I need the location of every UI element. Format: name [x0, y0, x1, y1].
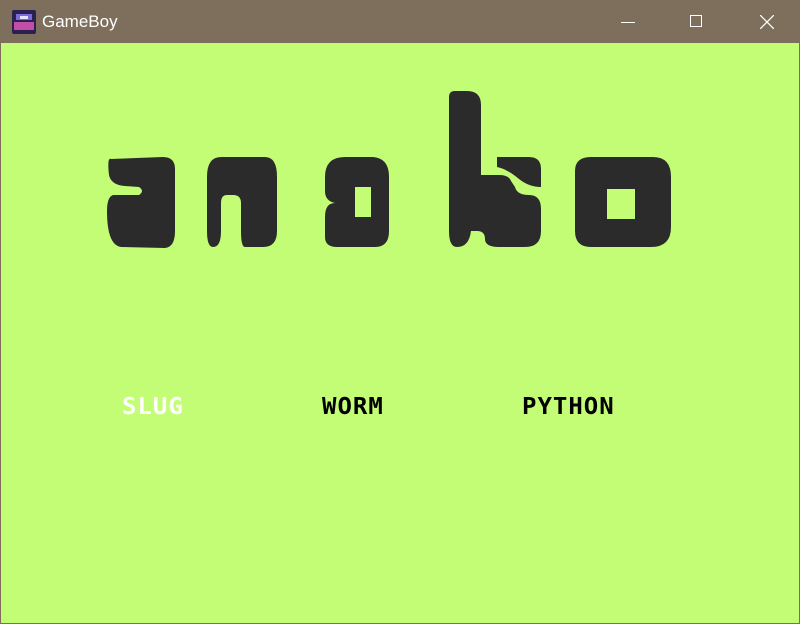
maximize-icon: [690, 15, 702, 27]
menu-option-slug[interactable]: SLUG: [122, 392, 184, 421]
minimize-button[interactable]: [593, 1, 663, 43]
maximize-button[interactable]: [662, 1, 732, 43]
minimize-icon: [621, 22, 635, 23]
title-bar[interactable]: GameBoy: [1, 1, 799, 43]
gameboy-app-icon: [12, 10, 36, 34]
game-window: GameBoy snake SLUG WORM: [0, 0, 800, 624]
close-icon: [760, 15, 774, 29]
close-button[interactable]: [731, 1, 800, 43]
menu-option-python[interactable]: PYTHON: [522, 392, 615, 421]
menu-option-worm[interactable]: WORM: [322, 392, 384, 421]
window-title: GameBoy: [42, 12, 118, 31]
snake-logo: snake: [107, 91, 671, 248]
